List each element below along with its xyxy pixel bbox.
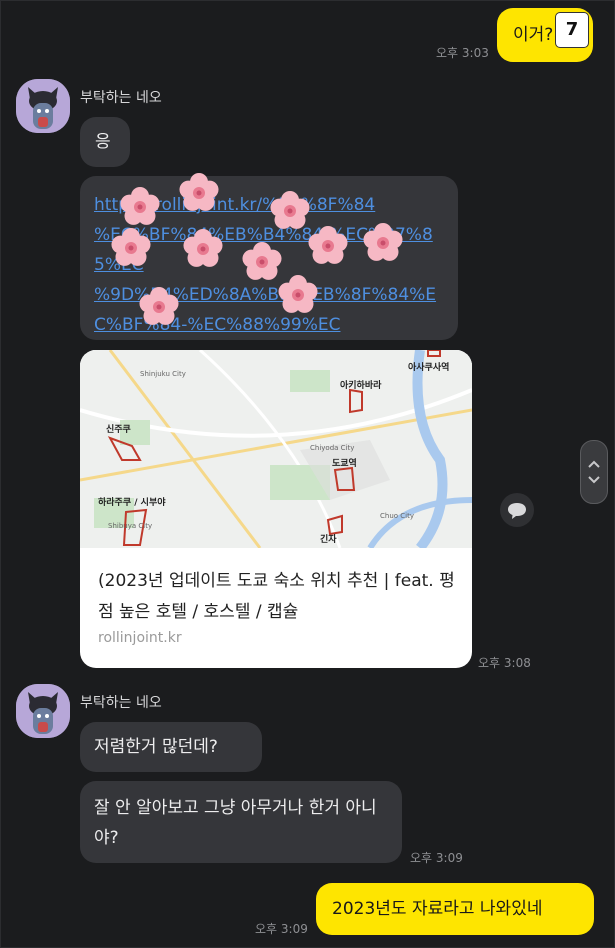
scroll-control[interactable] bbox=[580, 440, 608, 504]
share-icon[interactable] bbox=[500, 493, 534, 527]
chevron-up-icon bbox=[588, 460, 600, 468]
map-label: Chiyoda City bbox=[310, 444, 354, 452]
link-preview-card[interactable]: 신주쿠 하라주쿠 / 시부야 아키하바라 아사쿠사역 도쿄역 긴자 Shinju… bbox=[80, 350, 472, 668]
map-thumbnail: 신주쿠 하라주쿠 / 시부야 아키하바라 아사쿠사역 도쿄역 긴자 Shinju… bbox=[80, 350, 472, 548]
map-label: 하라주쿠 / 시부야 bbox=[98, 496, 166, 508]
message-text: 응 bbox=[95, 132, 111, 152]
map-label: 긴자 bbox=[320, 533, 337, 545]
message-bubble[interactable]: 잘 안 알아보고 그냥 아무거나 한거 아니야? bbox=[80, 781, 402, 863]
avatar-neo[interactable] bbox=[16, 684, 70, 738]
map-label: 아사쿠사역 bbox=[408, 361, 449, 373]
sender-name: 부탁하는 네오 bbox=[80, 695, 162, 711]
message-bubble[interactable]: 응 bbox=[80, 117, 130, 167]
chevron-down-icon bbox=[588, 476, 600, 484]
my-message-bubble[interactable]: 2023년도 자료라고 나와있네 bbox=[316, 883, 594, 935]
neo-character-icon bbox=[16, 684, 70, 738]
unread-count-badge: 7 bbox=[555, 12, 589, 48]
link-message-bubble[interactable]: https://rollinjoint.kr/%EB%8F%84 %EC%BF%… bbox=[80, 176, 458, 340]
map-label: 도쿄역 bbox=[332, 457, 357, 469]
message-text: 2023년도 자료라고 나와있네 bbox=[332, 899, 543, 919]
sender-name: 부탁하는 네오 bbox=[80, 90, 162, 106]
map-label: Shibuya City bbox=[108, 522, 152, 530]
message-text: 저렴한거 많던데? bbox=[94, 737, 218, 757]
message-timestamp: 오후 3:08 bbox=[478, 656, 531, 670]
message-link[interactable]: https://rollinjoint.kr/%EB%8F%84 %EC%BF%… bbox=[94, 190, 444, 340]
map-label: 아키하바라 bbox=[340, 379, 382, 391]
card-title: (2023년 업데이트 도쿄 숙소 위치 추천 | feat. 평점 높은 호텔… bbox=[98, 571, 455, 622]
map-label: Chuo City bbox=[380, 512, 414, 520]
map-label: 신주쿠 bbox=[106, 423, 131, 435]
message-timestamp: 오후 3:09 bbox=[410, 851, 463, 865]
message-timestamp: 오후 3:03 bbox=[436, 46, 489, 60]
message-bubble[interactable]: 저렴한거 많던데? bbox=[80, 722, 262, 772]
message-text: 잘 안 알아보고 그냥 아무거나 한거 아니야? bbox=[94, 798, 377, 848]
neo-character-icon bbox=[16, 79, 70, 133]
message-timestamp: 오후 3:09 bbox=[255, 922, 308, 936]
message-text: 이거? bbox=[513, 25, 554, 45]
avatar-neo[interactable] bbox=[16, 79, 70, 133]
card-site: rollinjoint.kr bbox=[98, 630, 182, 646]
map-label: Shinjuku City bbox=[140, 370, 186, 378]
